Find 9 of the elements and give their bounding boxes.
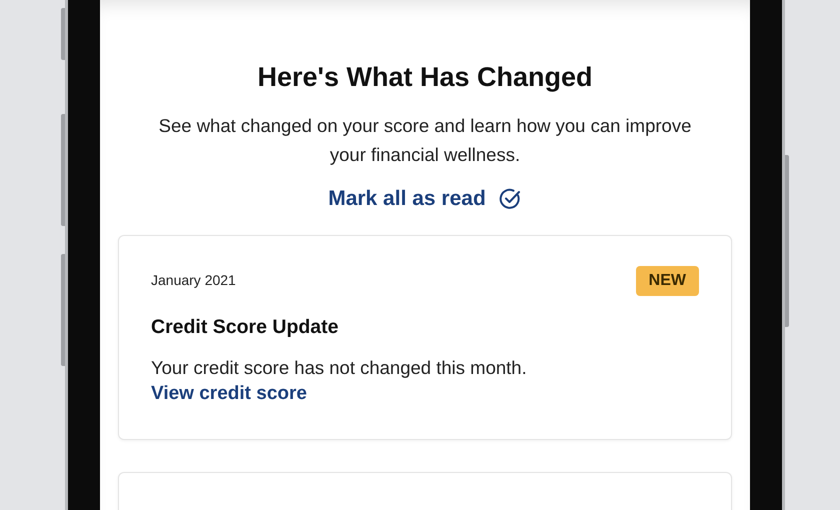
mark-all-read-link[interactable]: Mark all as read (328, 187, 522, 211)
check-circle-icon (498, 187, 522, 211)
page-title: Here's What Has Changed (258, 62, 592, 93)
view-credit-score-link[interactable]: View credit score (151, 383, 307, 405)
card-title: Credit Score Update (151, 316, 340, 339)
new-badge: NEW (636, 266, 699, 296)
page-subtitle: See what changed on your score and learn how you can improve your financial wellness. (158, 114, 692, 167)
card-text: Your credit score has not changed this month. (151, 357, 528, 379)
card-date: January 2021 (151, 272, 236, 288)
